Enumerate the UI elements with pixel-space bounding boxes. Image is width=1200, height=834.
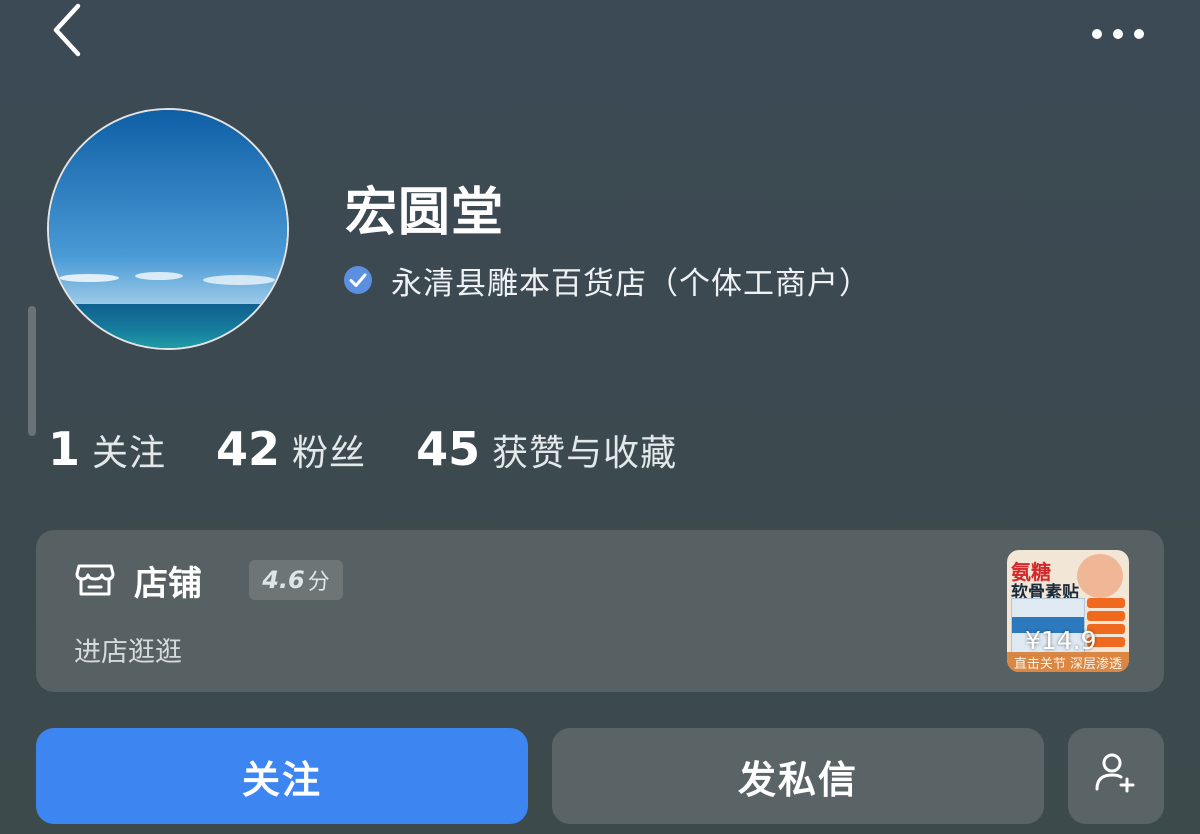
product-thumbnail[interactable]: 氨糖 软骨素贴 ¥14.9 直击关节 深层渗透 <box>1007 550 1129 672</box>
send-message-button[interactable]: 发私信 <box>552 728 1044 824</box>
storefront-icon <box>74 558 116 598</box>
profile-name: 宏圆堂 <box>345 183 505 243</box>
stat-following-count: 1 <box>48 422 81 476</box>
more-horizontal-icon[interactable] <box>1085 20 1155 50</box>
add-user-icon <box>1093 749 1139 804</box>
scroll-indicator <box>28 306 36 436</box>
back-icon[interactable] <box>44 0 94 60</box>
follow-button[interactable]: 关注 <box>36 728 528 824</box>
stat-likes-label: 获赞与收藏 <box>492 433 678 474</box>
stat-likes-count: 45 <box>416 422 481 476</box>
add-friend-button[interactable] <box>1068 728 1164 824</box>
stat-following[interactable]: 1 关注 <box>48 422 166 476</box>
shop-rating-value: 4.6 <box>262 566 305 594</box>
stat-followers-count: 42 <box>216 422 281 476</box>
stats-row: 1 关注 42 粉丝 45 获赞与收藏 <box>48 422 727 476</box>
stat-following-label: 关注 <box>92 433 167 474</box>
shop-card[interactable]: 店铺 4.6 分 进店逛逛 氨糖 软骨素贴 ¥14.9 直击关节 深层渗透 <box>36 530 1164 692</box>
stat-followers[interactable]: 42 粉丝 <box>216 422 366 476</box>
shop-rating-unit: 分 <box>307 570 330 595</box>
product-bottom-banner: 直击关节 深层渗透 <box>1007 652 1129 672</box>
avatar[interactable] <box>47 108 289 350</box>
stat-followers-label: 粉丝 <box>292 433 367 474</box>
shop-title: 店铺 <box>134 564 202 604</box>
product-image-decoration <box>1077 554 1123 598</box>
verification-row[interactable]: 永清县雕本百货店（个体工商户） <box>343 258 871 302</box>
stat-likes[interactable]: 45 获赞与收藏 <box>416 422 677 476</box>
shop-rating-badge: 4.6 分 <box>249 560 343 600</box>
verified-business-name: 永清县雕本百货店（个体工商户） <box>391 265 871 302</box>
product-price: ¥14.9 <box>1025 626 1097 655</box>
shop-subtitle: 进店逛逛 <box>74 637 182 668</box>
verified-check-icon <box>343 265 373 295</box>
